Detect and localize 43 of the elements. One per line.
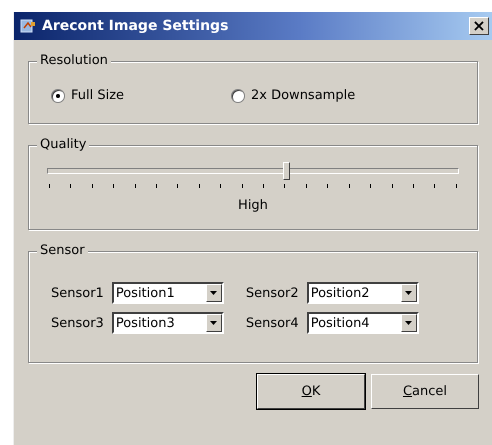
window-title: Arecont Image Settings [42, 18, 230, 34]
tick-mark [70, 184, 72, 188]
position-dropdown[interactable]: Position2 [306, 282, 419, 304]
close-button[interactable]: × [469, 17, 489, 35]
tick-mark [49, 184, 50, 188]
tick-mark [327, 184, 328, 188]
position-dropdown[interactable]: Position4 [306, 312, 419, 334]
group-title: Quality [37, 137, 90, 152]
tick-mark [412, 184, 414, 188]
tick-mark [348, 184, 350, 188]
tick-mark [456, 184, 457, 188]
tick-mark [284, 184, 286, 188]
radio-label: 2x Downsample [251, 88, 356, 103]
dropdown-arrow-icon [405, 321, 412, 325]
tick-mark [263, 184, 264, 188]
tick-mark [306, 184, 307, 188]
tick-mark [242, 184, 243, 188]
radio-button[interactable] [51, 88, 65, 102]
dropdown-arrow-icon [210, 291, 218, 295]
tick-mark [134, 184, 136, 188]
camera-icon [20, 18, 36, 34]
sensor-label: Sensor1 [51, 286, 104, 300]
tick-mark [156, 184, 158, 188]
ok-button[interactable]: OK [257, 374, 365, 409]
position-dropdown[interactable]: Position1 [112, 282, 224, 304]
radio-button[interactable] [231, 88, 245, 102]
sensor-label: Sensor4 [246, 316, 299, 330]
tick-mark [177, 184, 178, 188]
tick-mark [92, 184, 93, 188]
dropdown-arrow-icon [405, 291, 412, 295]
tick-mark [113, 184, 114, 188]
radio-label: Full Size [71, 88, 124, 103]
tick-mark [220, 184, 222, 188]
quality-reading: High [237, 198, 269, 213]
dropdown-arrow-icon [210, 321, 218, 325]
position-dropdown[interactable]: Position3 [112, 312, 224, 334]
tick-mark [434, 184, 436, 188]
sensor-label: Sensor3 [51, 316, 104, 330]
tick-mark [370, 184, 372, 188]
tick-mark [198, 184, 200, 188]
slider-thumb[interactable] [282, 162, 290, 180]
sensor-label: Sensor2 [246, 286, 299, 300]
cancel-button[interactable]: Cancel [371, 374, 479, 409]
